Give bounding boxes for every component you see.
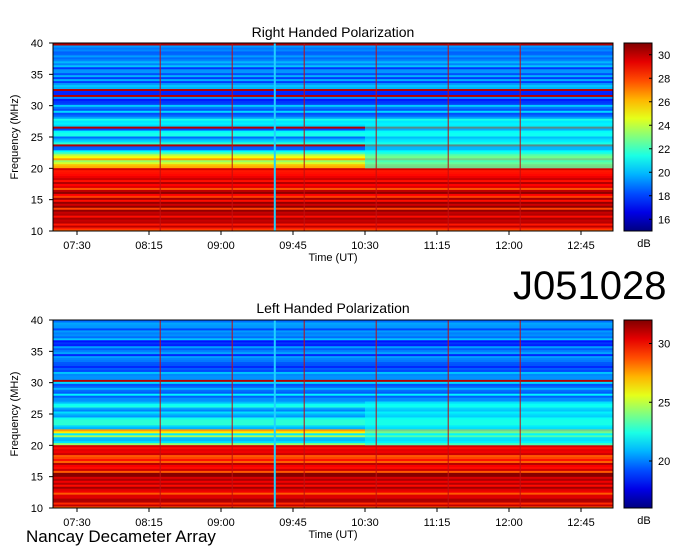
colorbar-tick-label: 30 — [658, 339, 670, 351]
x-tick-label: 11:15 — [424, 240, 451, 252]
colorbar-tick-label: 20 — [658, 167, 670, 179]
x-tick-label: 12:00 — [495, 240, 523, 252]
y-tick-label: 15 — [31, 195, 43, 207]
x-tick-label: 09:00 — [207, 240, 235, 252]
heatmap — [53, 43, 613, 231]
colorbar-gradient — [623, 42, 653, 232]
x-tick-label: 09:45 — [279, 240, 307, 252]
y-tick-label: 10 — [31, 226, 43, 238]
y-tick-label: 20 — [31, 440, 43, 452]
interference-stripe — [273, 43, 276, 231]
y-axis-label: Frequency (MHz) — [9, 372, 21, 457]
x-tick-label: 12:00 — [495, 517, 523, 529]
colorbar-tick-label: 18 — [658, 191, 670, 203]
y-tick-label: 40 — [31, 315, 43, 327]
x-tick-label: 09:45 — [279, 517, 307, 529]
colorbar-tick-label: 20 — [658, 456, 670, 468]
colorbar-tick-label: 16 — [658, 214, 670, 226]
colorbar: 16 18 20 22 24 26 28 30 dB — [623, 42, 670, 250]
y-tick-label: 35 — [31, 69, 43, 81]
y-tick-label: 15 — [31, 472, 43, 484]
emission-region — [365, 401, 613, 446]
y-axis-label: Frequency (MHz) — [9, 95, 21, 180]
chart-title: Left Handed Polarization — [256, 300, 409, 316]
x-tick-label: 12:45 — [567, 240, 595, 252]
y-tick-label: 30 — [31, 101, 43, 113]
y-tick-label: 40 — [31, 38, 43, 50]
x-tick-label: 10:30 — [351, 517, 379, 529]
colorbar-tick-label: 28 — [658, 73, 670, 85]
x-tick-label: 12:45 — [567, 517, 595, 529]
x-tick-label: 11:15 — [424, 517, 451, 529]
x-axis-label: Time (UT) — [308, 252, 357, 264]
colorbar-tick-label: 25 — [658, 397, 670, 409]
x-tick-label: 08:15 — [135, 240, 163, 252]
panel-right-polarization: Right Handed Polarization 10 15 20 25 30 35 40 F… — [9, 24, 670, 264]
y-tick-label: 10 — [31, 503, 43, 515]
x-axis-label: Time (UT) — [308, 529, 357, 541]
observation-id: J051028 — [513, 264, 667, 308]
colorbar-tick-label: 30 — [658, 50, 670, 62]
colorbar-unit-label: dB — [637, 515, 650, 527]
heatmap — [53, 320, 613, 508]
colorbar-tick-label: 22 — [658, 144, 670, 156]
interference-stripe — [273, 320, 276, 508]
x-tick-label: 07:30 — [63, 240, 91, 252]
colorbar-unit-label: dB — [637, 238, 650, 250]
instrument-label: Nancay Decameter Array — [26, 527, 216, 546]
x-tick-label: 10:30 — [351, 240, 379, 252]
colorbar-tick-label: 26 — [658, 97, 670, 109]
colorbar-gradient — [623, 319, 653, 509]
y-tick-label: 25 — [31, 132, 43, 144]
emission-region — [365, 124, 613, 169]
y-tick-label: 25 — [31, 409, 43, 421]
colorbar-tick-label: 24 — [658, 120, 670, 132]
colorbar: 20 25 30 dB — [623, 319, 670, 527]
y-tick-label: 30 — [31, 378, 43, 390]
y-tick-label: 35 — [31, 346, 43, 358]
y-tick-label: 20 — [31, 163, 43, 175]
panel-left-polarization: Left Handed Polarization 10 15 20 25 30 35 40 Fr… — [9, 300, 670, 541]
chart-title: Right Handed Polarization — [252, 24, 415, 40]
